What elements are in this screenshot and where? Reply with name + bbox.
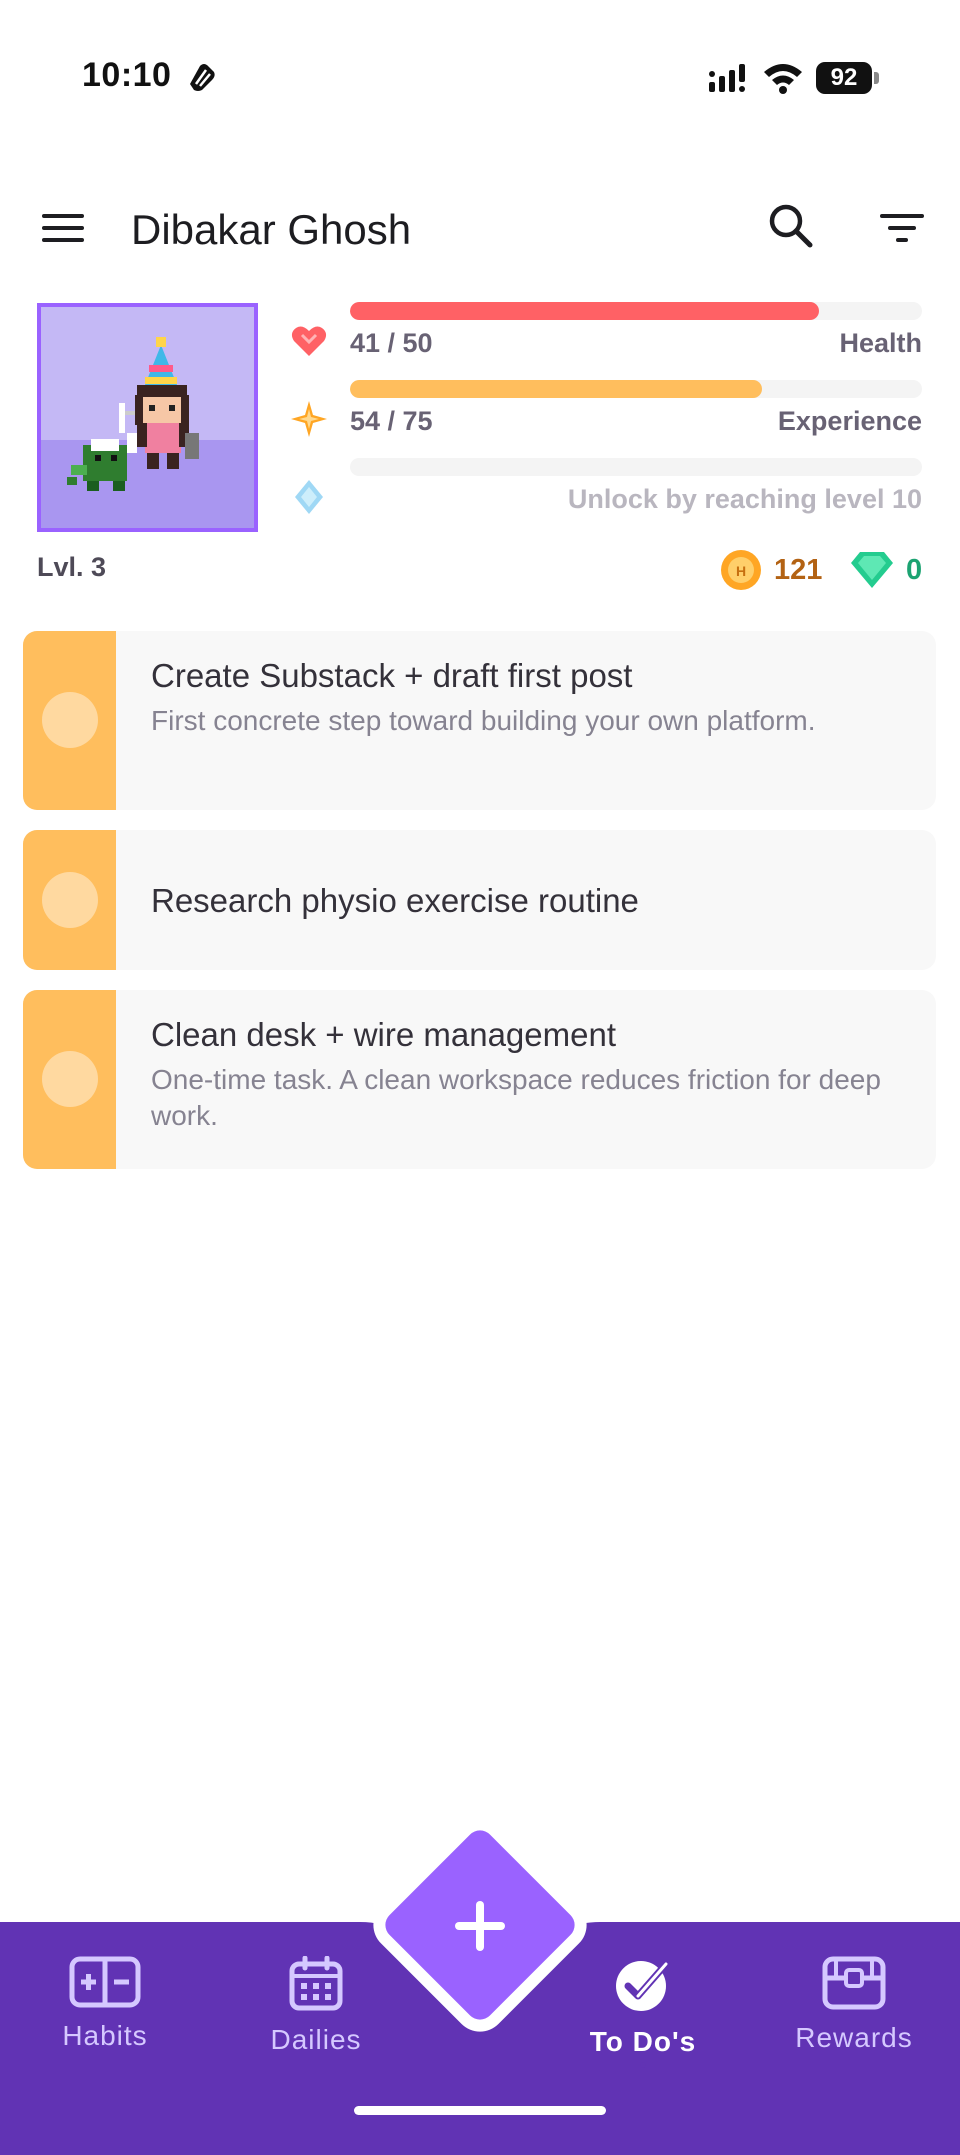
task-title: Research physio exercise routine	[151, 882, 639, 919]
experience-bar	[350, 380, 922, 398]
app-notification-icon	[190, 64, 215, 91]
health-bar	[350, 302, 922, 320]
cellular-signal-icon	[709, 64, 745, 92]
checkmark-circle-icon	[616, 1960, 670, 2011]
gold-coin-icon: H	[721, 550, 761, 590]
avatar[interactable]	[37, 303, 258, 532]
treasure-chest-icon	[822, 1956, 886, 2010]
nav-label: Dailies	[270, 2024, 362, 2055]
experience-label: Experience	[777, 406, 922, 436]
calendar-icon	[289, 1956, 343, 2011]
experience-stat: 54 / 75 Experience	[290, 380, 922, 440]
health-label: Health	[839, 328, 922, 358]
nav-label: Rewards	[795, 2022, 913, 2053]
filter-icon[interactable]	[876, 206, 928, 250]
battery-tip	[874, 72, 879, 84]
gem-counter: 0	[850, 548, 922, 592]
app-bar: Dibakar Ghosh	[0, 186, 960, 276]
nav-label: Habits	[62, 2020, 148, 2051]
star-icon	[291, 401, 327, 437]
task-notes: One-time task. A clean workspace reduces…	[151, 1064, 881, 1131]
experience-value: 54 / 75	[350, 406, 433, 436]
nav-rewards[interactable]: Rewards	[754, 1956, 954, 2076]
mana-bar	[350, 458, 922, 476]
search-icon[interactable]	[765, 200, 817, 252]
status-bar: 10:10 92	[0, 0, 960, 150]
nav-dailies[interactable]: Dailies	[216, 1956, 416, 2076]
task-notes: First concrete step toward building your…	[151, 705, 816, 736]
avatar-sprite	[67, 337, 199, 491]
nav-habits[interactable]: Habits	[5, 1956, 205, 2076]
gold-counter: H 121	[720, 548, 822, 592]
battery-level: 92	[816, 62, 872, 94]
habits-icon	[69, 1956, 141, 2008]
todo-task[interactable]: Research physio exercise routine	[23, 830, 936, 970]
page-title: Dibakar Ghosh	[131, 206, 412, 253]
todo-task[interactable]: Clean desk + wire management One-time ta…	[23, 990, 936, 1169]
status-time: 10:10	[82, 56, 172, 94]
task-checkbox[interactable]	[42, 872, 98, 928]
level-label: Lvl. 3	[37, 552, 107, 582]
experience-bar-fill	[350, 380, 762, 398]
todo-task[interactable]: Create Substack + draft first post First…	[23, 631, 936, 810]
health-value: 41 / 50	[350, 328, 433, 358]
hamburger-menu-icon[interactable]	[38, 206, 88, 250]
nav-todos[interactable]: To Do's	[543, 1956, 743, 2076]
mana-locked-text: Unlock by reaching level 10	[567, 484, 922, 514]
mana-stat: Unlock by reaching level 10	[290, 458, 922, 518]
task-title: Clean desk + wire management	[151, 1016, 616, 1053]
nav-label-active: To Do's	[589, 2026, 697, 2057]
gold-value: 121	[774, 553, 823, 586]
svg-text:H: H	[736, 563, 746, 579]
mana-crystal-icon	[295, 480, 323, 514]
battery-indicator: 92	[816, 62, 880, 94]
task-checkbox[interactable]	[42, 692, 98, 748]
gem-icon	[851, 552, 893, 588]
health-bar-fill	[350, 302, 820, 320]
plus-icon[interactable]	[437, 1883, 523, 1969]
heart-icon	[291, 326, 327, 356]
health-stat: 41 / 50 Health	[290, 302, 922, 362]
task-title: Create Substack + draft first post	[151, 657, 633, 694]
home-indicator	[354, 2106, 606, 2115]
task-checkbox[interactable]	[42, 1051, 98, 1107]
wifi-icon	[764, 64, 802, 94]
active-indicator	[640, 2062, 646, 2068]
gem-value: 0	[906, 553, 923, 586]
